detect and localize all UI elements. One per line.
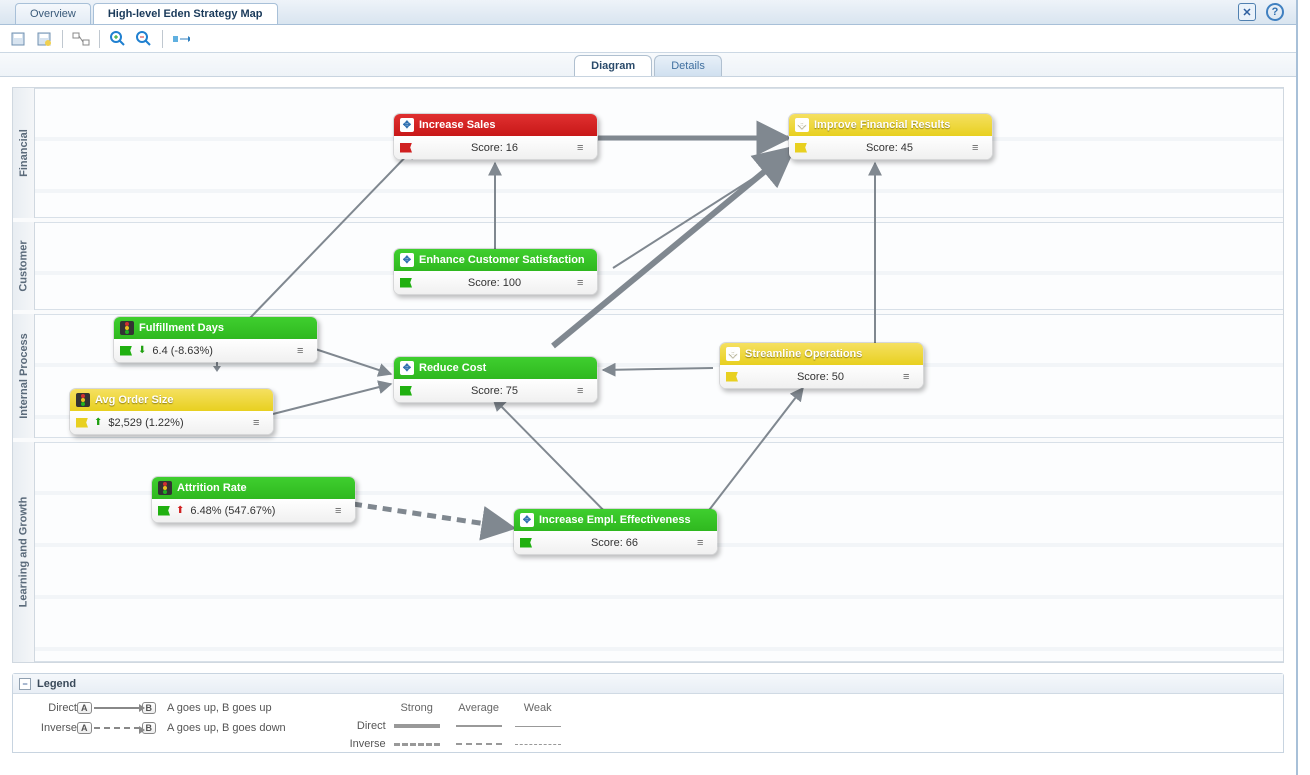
- node-increase-sales[interactable]: ✥Increase Sales Score: 16≡: [393, 113, 598, 160]
- zoom-in-icon[interactable]: [108, 29, 128, 49]
- lane-internal: Internal Process: [18, 333, 30, 419]
- tab-overview[interactable]: Overview: [15, 3, 91, 24]
- flag-icon: [400, 386, 412, 396]
- traffic-light-icon: [76, 393, 90, 407]
- flag-icon: [120, 346, 132, 356]
- menu-icon[interactable]: ≡: [697, 537, 711, 549]
- subtab-details[interactable]: Details: [654, 55, 722, 76]
- node-streamline-ops[interactable]: ✥Streamline Operations Score: 50≡: [719, 342, 924, 389]
- diagram-canvas[interactable]: Financial Customer Internal Process Lear…: [12, 87, 1284, 663]
- plus-icon: ✥: [520, 513, 534, 527]
- lane-customer: Customer: [18, 240, 30, 291]
- node-reduce-cost[interactable]: ✥Reduce Cost Score: 75≡: [393, 356, 598, 403]
- lane-financial: Financial: [18, 129, 30, 177]
- node-avg-order-size[interactable]: Avg Order Size ⬆$2,529 (1.22%)≡: [69, 388, 274, 435]
- menu-icon[interactable]: ≡: [335, 505, 349, 517]
- flag-icon: [726, 372, 738, 382]
- arrow-up-icon: ⬆: [94, 417, 102, 428]
- menu-icon[interactable]: ≡: [297, 345, 311, 357]
- plus-icon: ✥: [400, 361, 414, 375]
- plus-icon: ✥: [726, 347, 740, 361]
- save-icon[interactable]: [8, 29, 28, 49]
- collapse-icon[interactable]: −: [19, 678, 31, 690]
- flag-icon: [795, 143, 807, 153]
- plus-icon: ✥: [795, 118, 809, 132]
- flag-icon: [76, 418, 88, 428]
- node-attrition-rate[interactable]: Attrition Rate ⬆6.48% (547.67%)≡: [151, 476, 356, 523]
- node-enhance-csat[interactable]: ✥Enhance Customer Satisfaction Score: 10…: [393, 248, 598, 295]
- zoom-out-icon[interactable]: [134, 29, 154, 49]
- flag-icon: [400, 278, 412, 288]
- close-tab-button[interactable]: ✕: [1238, 3, 1256, 21]
- node-increase-empl-eff[interactable]: ✥Increase Empl. Effectiveness Score: 66≡: [513, 508, 718, 555]
- node-fulfillment-days[interactable]: Fulfillment Days ⬇6.4 (-8.63%)≡: [113, 316, 318, 363]
- menu-icon[interactable]: ≡: [577, 142, 591, 154]
- subtab-diagram[interactable]: Diagram: [574, 55, 652, 76]
- plus-icon: ✥: [400, 118, 414, 132]
- node-improve-financial[interactable]: ✥Improve Financial Results Score: 45≡: [788, 113, 993, 160]
- menu-icon[interactable]: ≡: [577, 277, 591, 289]
- save-as-icon[interactable]: [34, 29, 54, 49]
- toolbar: [0, 25, 1296, 53]
- traffic-light-icon: [158, 481, 172, 495]
- flag-icon: [400, 143, 412, 153]
- main-tabs: Overview High-level Eden Strategy Map ✕ …: [0, 0, 1296, 25]
- plus-icon: ✥: [400, 253, 414, 267]
- menu-icon[interactable]: ≡: [253, 417, 267, 429]
- flag-icon: [158, 506, 170, 516]
- menu-icon[interactable]: ≡: [972, 142, 986, 154]
- relation-icon[interactable]: [71, 29, 91, 49]
- menu-icon[interactable]: ≡: [903, 371, 917, 383]
- traffic-light-icon: [120, 321, 134, 335]
- flag-icon: [520, 538, 532, 548]
- tab-strategy-map[interactable]: High-level Eden Strategy Map: [93, 3, 278, 24]
- help-icon[interactable]: ?: [1266, 3, 1284, 21]
- arrow-down-icon: ⬇: [138, 345, 146, 356]
- lane-learning: Learning and Growth: [18, 497, 30, 608]
- arrow-up-icon: ⬆: [176, 505, 184, 516]
- legend-title: Legend: [37, 678, 76, 690]
- legend-panel: −Legend Direct AB A goes up, B goes up I…: [12, 673, 1284, 753]
- fit-icon[interactable]: [171, 29, 191, 49]
- menu-icon[interactable]: ≡: [577, 385, 591, 397]
- subtabs: Diagram Details: [0, 53, 1296, 77]
